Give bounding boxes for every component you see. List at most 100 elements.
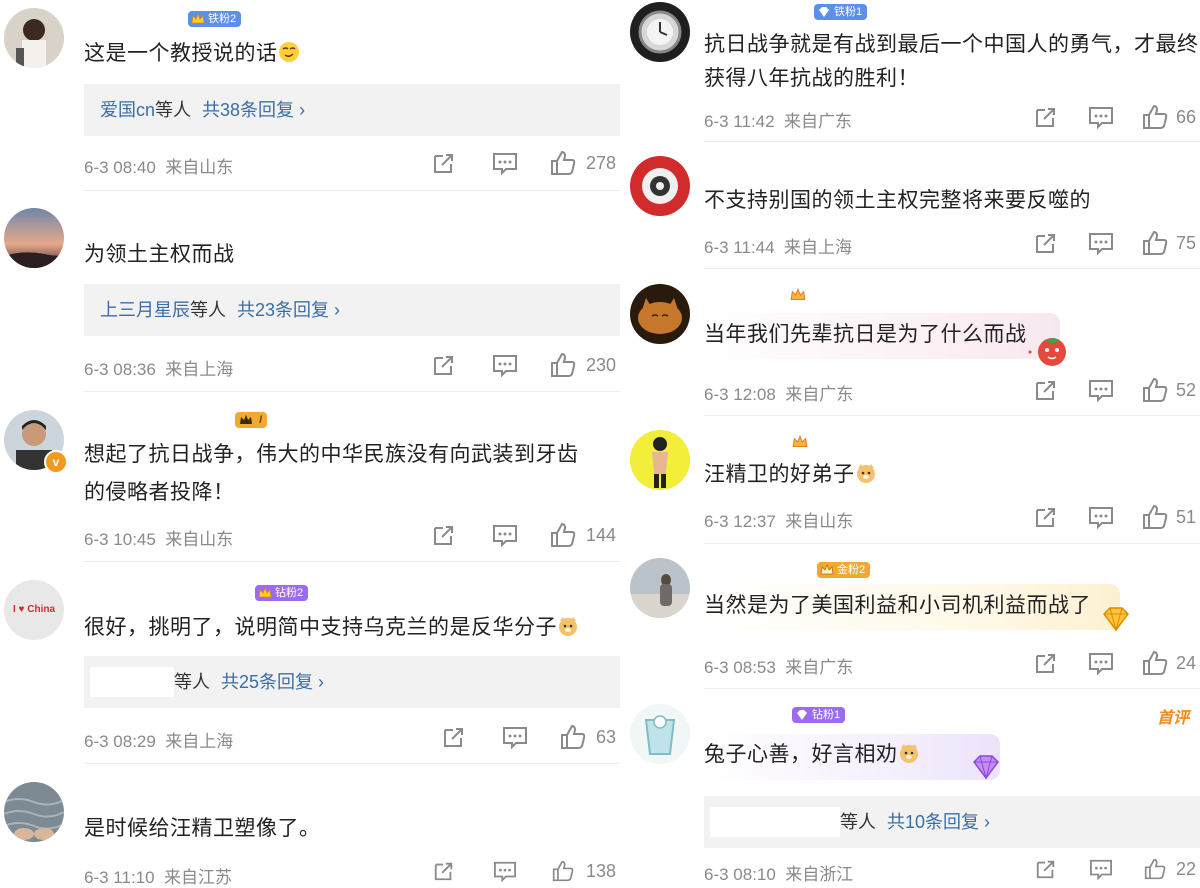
comment-actions: 230 (432, 352, 616, 378)
avatar[interactable] (630, 558, 690, 618)
comment-location: 来自广东 (784, 112, 853, 131)
like-count: 24 (1176, 652, 1197, 673)
comment-text: 很好，挑明了，说明简中支持乌克兰的是反华分子 (84, 611, 579, 645)
purple-gem-sticker-icon (966, 752, 1006, 787)
share-icon[interactable] (1034, 651, 1058, 675)
comment-meta: 6-3 08:10 来自浙江 (704, 860, 853, 885)
like-count: 144 (586, 524, 617, 545)
like-icon[interactable] (1142, 650, 1168, 676)
verified-icon: v (44, 450, 68, 474)
avatar[interactable] (4, 782, 64, 842)
divider (84, 391, 620, 392)
doge-emoji-icon (559, 617, 577, 636)
comment-icon[interactable] (1088, 651, 1114, 675)
avatar[interactable] (630, 430, 690, 490)
crown-icon (790, 288, 806, 301)
like-count: 138 (586, 860, 617, 881)
comment-text: 是时候给汪精卫塑像了。 (84, 817, 321, 840)
comment-time: 6-3 11:42 (704, 112, 775, 131)
like-icon[interactable] (550, 352, 576, 378)
crown-icon (258, 586, 272, 598)
like-icon[interactable] (1142, 104, 1168, 130)
comment-meta: 6-3 11:10 来自江苏 (84, 863, 232, 888)
comment-meta: 6-3 11:44 来自上海 (704, 233, 852, 258)
comment-meta: 6-3 12:08 来自广东 (704, 380, 853, 405)
share-icon[interactable] (432, 860, 456, 882)
share-icon[interactable] (1034, 105, 1058, 129)
like-icon[interactable] (1142, 504, 1168, 530)
share-icon[interactable] (1034, 858, 1058, 880)
comment-icon[interactable] (502, 725, 528, 749)
comment-actions: 22 (1034, 858, 1196, 880)
comment-icon[interactable] (492, 523, 518, 547)
avatar[interactable] (630, 284, 690, 344)
comment-icon[interactable] (1088, 505, 1114, 529)
reply-count[interactable]: 共38条回复 (202, 100, 294, 120)
avatar[interactable] (4, 208, 64, 268)
like-icon[interactable] (550, 522, 576, 548)
diamond-icon (797, 710, 807, 720)
reply-count[interactable]: 共10条回复 (887, 812, 979, 832)
share-icon[interactable] (432, 151, 456, 175)
comment-actions: 52 (1034, 377, 1196, 403)
share-icon[interactable] (442, 725, 466, 749)
reply-count[interactable]: 共23条回复 (237, 300, 329, 320)
share-icon[interactable] (1034, 378, 1058, 402)
divider (704, 141, 1200, 142)
fan-badge: 金粉2 (817, 562, 871, 578)
share-icon[interactable] (1034, 231, 1058, 255)
comment-text: 为领土主权而战 (84, 243, 235, 266)
share-icon[interactable] (1034, 505, 1058, 529)
comment-location: 来自上海 (165, 360, 234, 379)
comment-icon[interactable] (492, 151, 518, 175)
like-icon[interactable] (550, 860, 576, 882)
reply-names[interactable]: 上三月星辰 (84, 300, 190, 320)
avatar-text: I ♥ China (12, 604, 56, 615)
comment-location: 来自广东 (785, 385, 854, 404)
like-icon[interactable] (550, 150, 576, 176)
doge-emoji-icon (856, 464, 875, 483)
comment-location: 来自浙江 (785, 865, 854, 884)
reply-names-redacted (710, 806, 840, 837)
crown-icon (820, 563, 834, 575)
chevron-right-icon: › (329, 300, 341, 320)
like-count: 230 (586, 354, 617, 375)
reply-preview[interactable]: 上三月星辰等人 共23条回复 › (84, 284, 620, 336)
chevron-right-icon: › (979, 812, 991, 832)
doge-emoji-icon (899, 744, 918, 763)
comment-location: 来自上海 (784, 238, 853, 257)
reply-suffix: 等人 (190, 300, 226, 320)
avatar[interactable] (630, 156, 690, 216)
avatar[interactable] (630, 704, 690, 764)
avatar[interactable] (4, 8, 64, 68)
reply-preview[interactable]: 爱国cn等人 共38条回复 › (84, 84, 620, 136)
first-comment-tag: 首评 (1157, 710, 1190, 727)
share-icon[interactable] (432, 353, 456, 377)
avatar[interactable]: I ♥ China (4, 580, 64, 640)
reply-preview[interactable]: 等人 共25条回复 › (84, 656, 620, 708)
comment-icon[interactable] (1088, 231, 1114, 255)
comment-location: 来自江苏 (164, 868, 233, 887)
comment-icon[interactable] (492, 860, 518, 882)
like-icon[interactable] (560, 724, 586, 750)
comment-text: 当年我们先辈抗日是为了什么而战 (704, 323, 1027, 346)
chevron-right-icon: › (294, 100, 306, 120)
avatar[interactable] (630, 2, 690, 62)
comment-actions: 138 (432, 860, 616, 882)
comment-location: 来自广东 (785, 658, 854, 677)
like-icon[interactable] (1142, 377, 1168, 403)
like-icon[interactable] (1142, 230, 1168, 256)
reply-suffix: 等人 (155, 100, 192, 120)
comment-icon[interactable] (1088, 858, 1114, 880)
comment-location: 来自山东 (165, 530, 234, 549)
reply-count[interactable]: 共25条回复 (221, 672, 313, 692)
comment-icon[interactable] (492, 353, 518, 377)
comment-icon[interactable] (1088, 105, 1114, 129)
comment-icon[interactable] (1088, 378, 1114, 402)
share-icon[interactable] (432, 523, 456, 547)
reply-preview[interactable]: 等人 共10条回复 › (704, 796, 1200, 848)
like-icon[interactable] (1142, 858, 1168, 880)
reply-names[interactable]: 爱国cn (84, 100, 155, 120)
divider (704, 543, 1200, 544)
like-count: 66 (1176, 106, 1197, 127)
